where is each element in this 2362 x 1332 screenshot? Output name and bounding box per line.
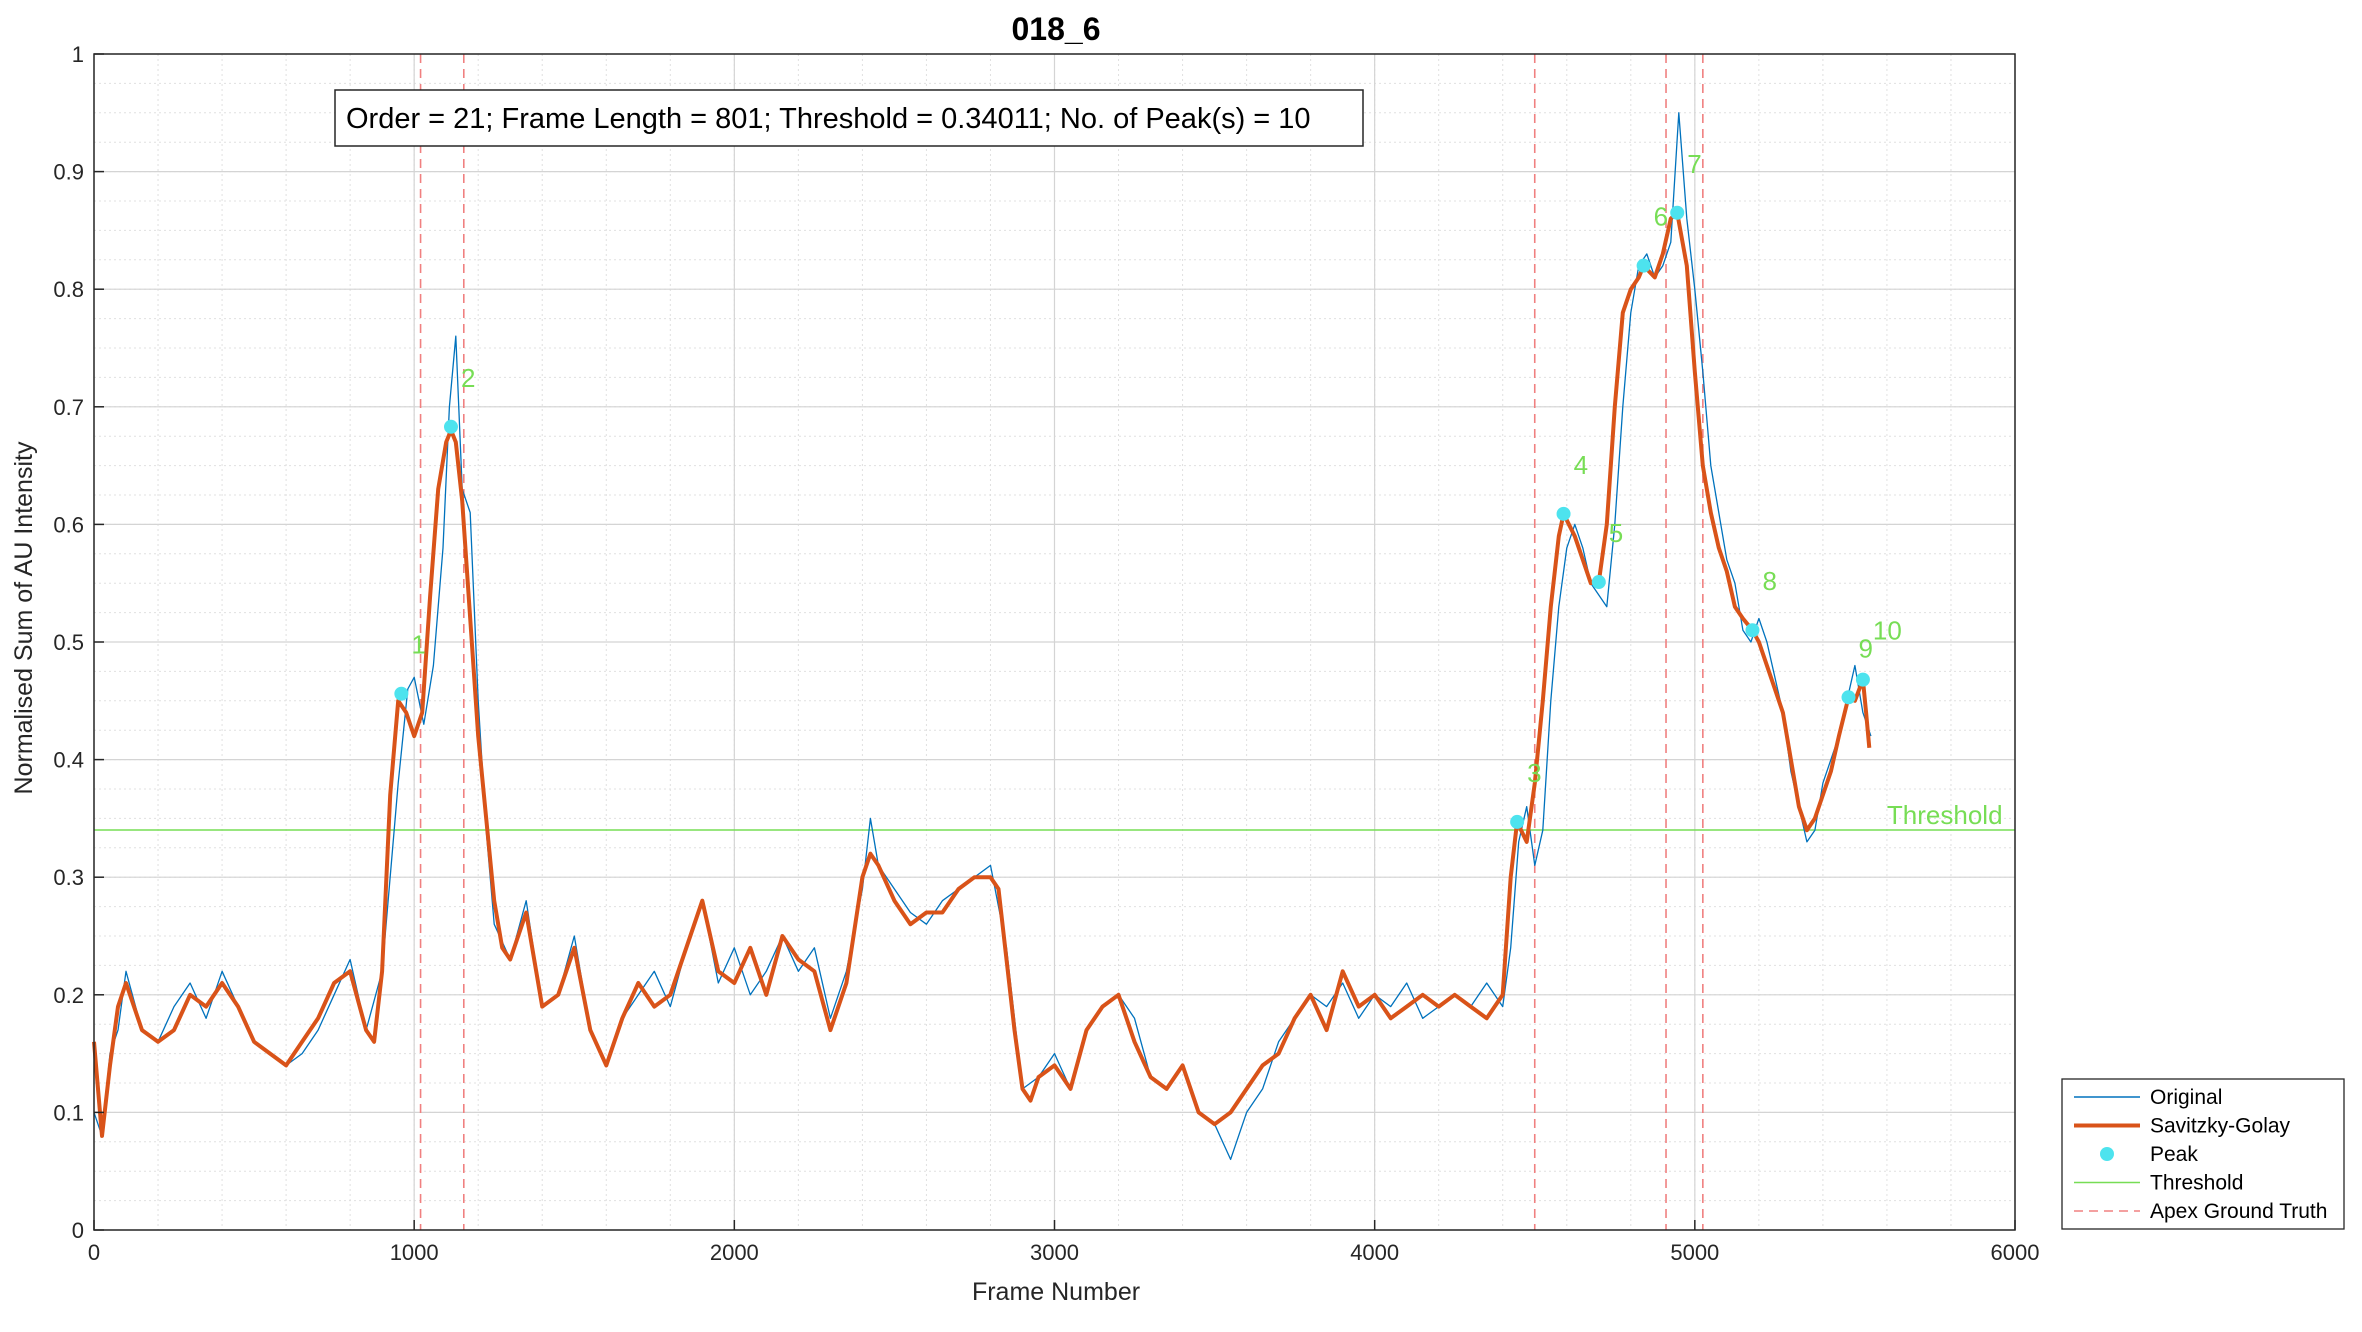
peak-label: 7 bbox=[1687, 149, 1701, 179]
peak-label: 4 bbox=[1574, 450, 1588, 480]
info-box: Order = 21; Frame Length = 801; Threshol… bbox=[334, 89, 1364, 147]
x-tick-label: 5000 bbox=[1670, 1240, 1719, 1265]
y-tick-label: 0.6 bbox=[53, 512, 84, 537]
peak-label: 8 bbox=[1762, 566, 1776, 596]
peak-label: 10 bbox=[1873, 616, 1902, 646]
y-tick-label: 0 bbox=[72, 1218, 84, 1243]
legend-label-savitzky-golay: Savitzky-Golay bbox=[2150, 1115, 2291, 1138]
peak-marker bbox=[443, 419, 458, 434]
x-tick-label: 3000 bbox=[1030, 1240, 1079, 1265]
y-tick-label: 0.3 bbox=[53, 865, 84, 890]
y-tick-label: 0.9 bbox=[53, 160, 84, 185]
x-tick-label: 1000 bbox=[390, 1240, 439, 1265]
peak-label: 2 bbox=[461, 363, 475, 393]
peak-marker bbox=[1745, 623, 1760, 638]
y-tick-label: 1 bbox=[72, 42, 84, 67]
y-axis-label: Normalised Sum of AU Intensity bbox=[10, 441, 38, 794]
peak-marker bbox=[1591, 575, 1606, 590]
peak-marker bbox=[1855, 672, 1870, 687]
y-tick-label: 0.7 bbox=[53, 395, 84, 420]
x-tick-label: 6000 bbox=[1991, 1240, 2040, 1265]
peak-label: 5 bbox=[1609, 518, 1623, 548]
peak-marker bbox=[1841, 690, 1856, 705]
legend-label-peak: Peak bbox=[2150, 1143, 2198, 1166]
x-tick-label: 2000 bbox=[710, 1240, 759, 1265]
peak-marker bbox=[1510, 814, 1525, 829]
legend-label-threshold: Threshold bbox=[2150, 1172, 2243, 1195]
x-tick-label: 4000 bbox=[1350, 1240, 1399, 1265]
peak-marker bbox=[1636, 258, 1651, 273]
legend-label-apex-ground-truth: Apex Ground Truth bbox=[2150, 1200, 2327, 1223]
chart: 018_6 Threshold123456789100 1000 2000 3000 4… bbox=[10, 11, 2345, 1306]
y-tick-label: 0.1 bbox=[53, 1100, 84, 1125]
peak-marker bbox=[1670, 205, 1685, 220]
peak-label: 3 bbox=[1527, 758, 1541, 788]
legend: Original Savitzky-Golay Peak Threshold Apex … bbox=[2061, 1078, 2345, 1230]
y-tick-label: 0.2 bbox=[53, 983, 84, 1008]
y-tick-label: 0.5 bbox=[53, 630, 84, 655]
peak-label: 1 bbox=[411, 630, 425, 660]
info-text: Order = 21; Frame Length = 801; Threshol… bbox=[346, 103, 1311, 135]
peak-label: 6 bbox=[1654, 202, 1668, 232]
y-tick-label: 0.8 bbox=[53, 277, 84, 302]
x-axis-label: Frame Number bbox=[972, 1278, 1140, 1306]
legend-swatch-peak bbox=[2100, 1147, 2114, 1161]
peak-label: 9 bbox=[1859, 633, 1873, 663]
peak-marker bbox=[394, 686, 409, 701]
y-tick-label: 0.4 bbox=[53, 748, 84, 773]
plot-area: Threshold123456789100 1000 2000 3000 4000 500… bbox=[53, 42, 2039, 1265]
peak-marker bbox=[1556, 506, 1571, 521]
chart-title: 018_6 bbox=[1012, 11, 1101, 47]
legend-label-original: Original bbox=[2150, 1086, 2222, 1109]
threshold-label: Threshold bbox=[1887, 800, 2003, 830]
x-tick-label: 0 bbox=[88, 1240, 100, 1265]
